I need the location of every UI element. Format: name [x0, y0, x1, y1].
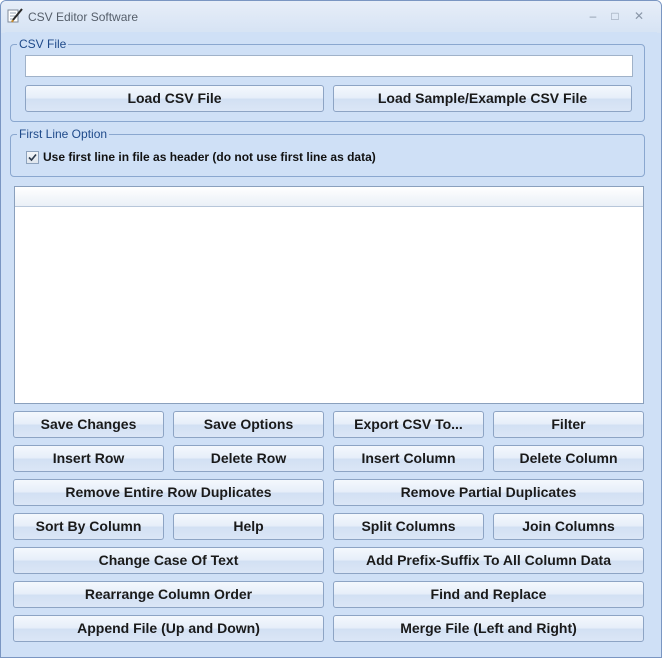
insert-row-button[interactable]: Insert Row [13, 445, 164, 472]
remove-row-duplicates-button[interactable]: Remove Entire Row Duplicates [13, 479, 324, 506]
find-replace-button[interactable]: Find and Replace [333, 581, 644, 608]
export-csv-button[interactable]: Export CSV To... [333, 411, 484, 438]
append-file-button[interactable]: Append File (Up and Down) [13, 615, 324, 642]
close-button[interactable]: ✕ [628, 7, 650, 25]
add-prefix-suffix-button[interactable]: Add Prefix-Suffix To All Column Data [333, 547, 644, 574]
join-columns-button[interactable]: Join Columns [493, 513, 644, 540]
checkmark-icon [28, 153, 37, 161]
save-changes-button[interactable]: Save Changes [13, 411, 164, 438]
first-line-option-legend: First Line Option [17, 127, 110, 141]
csv-file-path-input[interactable] [25, 55, 633, 77]
merge-file-button[interactable]: Merge File (Left and Right) [333, 615, 644, 642]
csv-file-legend: CSV File [17, 37, 69, 51]
delete-column-button[interactable]: Delete Column [493, 445, 644, 472]
minimize-button[interactable]: ‒ [582, 7, 604, 25]
app-window: CSV Editor Software ‒ □ ✕ CSV File Load … [0, 0, 662, 658]
pencil-edit-icon [7, 8, 23, 24]
insert-column-button[interactable]: Insert Column [333, 445, 484, 472]
title-bar[interactable]: CSV Editor Software ‒ □ ✕ [1, 1, 661, 33]
header-checkbox[interactable] [26, 150, 39, 164]
csv-file-group: CSV File Load CSV File Load Sample/Examp… [10, 37, 645, 122]
filter-button[interactable]: Filter [493, 411, 644, 438]
save-options-button[interactable]: Save Options [173, 411, 324, 438]
load-csv-file-button[interactable]: Load CSV File [25, 85, 324, 112]
maximize-button[interactable]: □ [604, 7, 626, 25]
load-sample-csv-button[interactable]: Load Sample/Example CSV File [333, 85, 632, 112]
sort-by-column-button[interactable]: Sort By Column [13, 513, 164, 540]
window-title: CSV Editor Software [28, 10, 139, 24]
csv-data-grid[interactable] [14, 186, 644, 404]
header-checkbox-row[interactable]: Use first line in file as header (do not… [26, 149, 376, 165]
remove-partial-duplicates-button[interactable]: Remove Partial Duplicates [333, 479, 644, 506]
client-area: CSV File Load CSV File Load Sample/Examp… [5, 32, 657, 654]
grid-column-header[interactable] [15, 187, 643, 207]
split-columns-button[interactable]: Split Columns [333, 513, 484, 540]
rearrange-columns-button[interactable]: Rearrange Column Order [13, 581, 324, 608]
change-case-button[interactable]: Change Case Of Text [13, 547, 324, 574]
help-button[interactable]: Help [173, 513, 324, 540]
delete-row-button[interactable]: Delete Row [173, 445, 324, 472]
header-checkbox-label: Use first line in file as header (do not… [43, 150, 376, 164]
